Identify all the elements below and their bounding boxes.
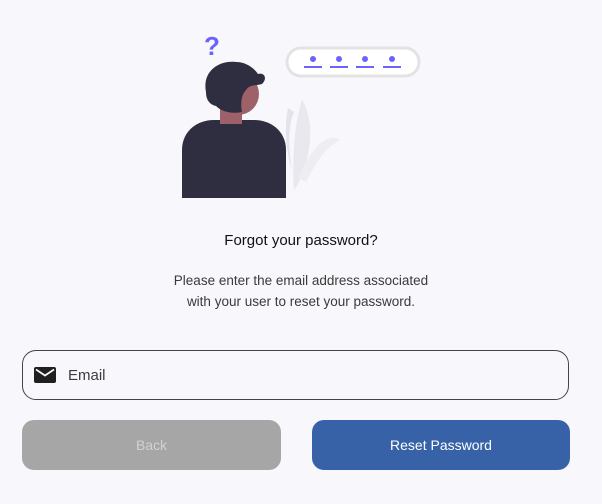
reset-password-button[interactable]: Reset Password: [312, 420, 570, 470]
person-figure: [182, 61, 286, 198]
mail-icon: [34, 367, 56, 383]
instructions-line-2: with your user to reset your password.: [186, 294, 416, 309]
leaf-decoration: [285, 100, 340, 190]
email-input[interactable]: [68, 366, 548, 384]
forgot-password-illustration: ?: [182, 31, 421, 198]
instructions-line-1: Please enter the email address associate…: [173, 273, 429, 288]
page-title: Forgot your password?: [224, 232, 378, 249]
password-dots-bubble: [285, 46, 421, 78]
email-field[interactable]: [22, 350, 569, 400]
forgot-password-screen: ? Forgot your password? Please enter the…: [0, 0, 602, 504]
back-button[interactable]: Back: [22, 420, 281, 470]
question-mark-icon: ?: [204, 31, 220, 61]
instructions-text: Please enter the email address associate…: [120, 270, 482, 312]
